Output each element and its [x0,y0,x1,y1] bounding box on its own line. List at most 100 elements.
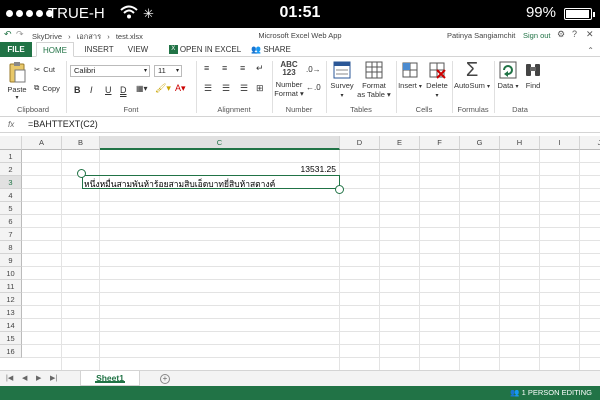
function-icon[interactable]: fx [8,120,14,129]
forward-arrow-icon[interactable]: ↷ [16,29,24,40]
merge-cells-icon[interactable]: ⊞ [256,83,264,94]
column-header-c[interactable]: C [100,136,340,150]
group-label-font: Font [123,105,139,114]
fill-color-icon[interactable]: 🖌▾ [155,83,171,94]
grid-line [22,240,600,241]
open-in-excel-button[interactable]: X OPEN IN EXCEL [166,42,244,57]
increase-decimal-icon[interactable]: .0→ [306,65,321,74]
row-header-11[interactable]: 11 [0,280,22,293]
column-header-f[interactable]: F [420,136,460,150]
select-all-corner[interactable] [0,136,22,150]
grid-line [22,162,600,163]
row-header-9[interactable]: 9 [0,254,22,267]
row-header-16[interactable]: 16 [0,345,22,358]
autosum-button[interactable]: Σ AutoSum ▾ [454,59,490,90]
status-bar: 👥 1 PERSON EDITING [0,386,600,400]
double-underline-button[interactable]: D [120,85,127,95]
column-header-a[interactable]: A [22,136,62,150]
add-sheet-icon[interactable]: + [160,374,170,384]
format-as-table-label-2: as Table ▾ [357,90,391,99]
column-header-h[interactable]: H [500,136,540,150]
group-label-formulas: Formulas [457,105,489,114]
wrap-text-icon[interactable]: ↵ [256,63,264,74]
cell-c2[interactable]: 13531.25 [100,164,336,174]
row-header-13[interactable]: 13 [0,306,22,319]
back-arrow-icon[interactable]: ↶ [4,29,12,40]
selection-handle-end[interactable] [335,185,344,194]
row-header-3[interactable]: 3 [0,176,22,189]
delete-cells-button[interactable]: Delete ▾ [424,61,450,99]
align-bottom-icon[interactable]: ≡ [240,63,245,73]
help-icon[interactable]: ? [572,29,577,39]
sign-out-link[interactable]: Sign out [523,31,551,40]
grid-line [22,253,600,254]
column-header-b[interactable]: B [62,136,100,150]
row-header-10[interactable]: 10 [0,267,22,280]
align-middle-icon[interactable]: ≡ [222,63,227,73]
row-header-1[interactable]: 1 [0,150,22,163]
last-sheet-icon[interactable]: ▶| [50,374,57,382]
tab-file[interactable]: FILE [0,42,32,57]
column-header-d[interactable]: D [340,136,380,150]
tab-home[interactable]: HOME [36,42,74,57]
next-sheet-icon[interactable]: ▶ [36,374,41,382]
number-format-button[interactable]: ABC 123 Number Format ▾ [274,61,304,99]
column-header-g[interactable]: G [460,136,500,150]
tab-insert[interactable]: INSERT [80,42,118,57]
align-center-icon[interactable]: ☰ [222,83,230,94]
breadcrumb-skydrive[interactable]: SkyDrive [32,32,62,41]
formula-input[interactable]: =BAHTTEXT(C2) [28,119,98,129]
row-header-5[interactable]: 5 [0,202,22,215]
collapse-ribbon-icon[interactable]: ⌃ [587,46,594,55]
share-button[interactable]: 👥 SHARE [250,42,292,57]
row-header-8[interactable]: 8 [0,241,22,254]
chevron-down-icon: ▾ [515,84,519,90]
underline-button[interactable]: U [105,85,112,95]
copy-icon: ⧉ [34,83,40,92]
breadcrumb-file: test.xlsx [115,32,143,41]
row-header-2[interactable]: 2 [0,163,22,176]
row-header-6[interactable]: 6 [0,215,22,228]
row-header-15[interactable]: 15 [0,332,22,345]
borders-icon[interactable]: ▦▾ [136,84,148,93]
row-header-7[interactable]: 7 [0,228,22,241]
formula-bar: fx =BAHTTEXT(C2) [0,117,600,133]
font-color-icon[interactable]: A▾ [175,83,186,94]
align-top-icon[interactable]: ≡ [204,63,209,73]
copy-button[interactable]: ⧉ Copy [34,83,60,93]
find-button[interactable]: Find [522,61,544,90]
paste-button[interactable]: Paste ▾ [4,61,30,101]
selection-handle-start[interactable] [77,169,86,178]
tab-view[interactable]: VIEW [124,42,152,57]
spreadsheet-grid[interactable]: A B C D E F G H I J 1 2 3 4 5 6 7 8 9 10 11 12 13 14 15 16 13531.2… [0,136,600,370]
bold-button[interactable]: B [74,85,81,95]
chevron-down-icon: ▾ [435,93,439,99]
row-header-4[interactable]: 4 [0,189,22,202]
decrease-decimal-icon[interactable]: ←.0 [306,83,321,92]
column-header-j[interactable]: J [580,136,600,150]
settings-gear-icon[interactable]: ⚙ [557,29,565,40]
font-name-select[interactable]: Calibri ▾ [70,65,150,77]
group-label-alignment: Alignment [217,105,251,114]
align-right-icon[interactable]: ☰ [240,83,248,94]
column-header-e[interactable]: E [380,136,420,150]
row-header-12[interactable]: 12 [0,293,22,306]
prev-sheet-icon[interactable]: ◀ [22,374,27,382]
grid-line [22,227,600,228]
align-left-icon[interactable]: ☰ [204,83,212,94]
font-size-select[interactable]: 11 ▾ [154,65,182,77]
row-header-14[interactable]: 14 [0,319,22,332]
data-button[interactable]: Data ▾ [496,61,520,90]
battery-percent: 99% [525,4,556,21]
survey-button[interactable]: Survey ▾ [328,61,356,99]
column-header-i[interactable]: I [540,136,580,150]
format-as-table-button[interactable]: Format as Table ▾ [356,61,392,99]
cut-button[interactable]: ✂ Cut [34,65,55,74]
share-label: SHARE [263,45,291,54]
breadcrumb-documents[interactable]: เอกสาร [77,32,101,41]
insert-cells-button[interactable]: Insert ▾ [398,61,422,90]
italic-button[interactable]: I [90,85,93,95]
first-sheet-icon[interactable]: |◀ [6,374,13,382]
sheet-tab-active[interactable]: Sheet1 [80,371,140,386]
close-icon[interactable]: ✕ [586,29,594,40]
